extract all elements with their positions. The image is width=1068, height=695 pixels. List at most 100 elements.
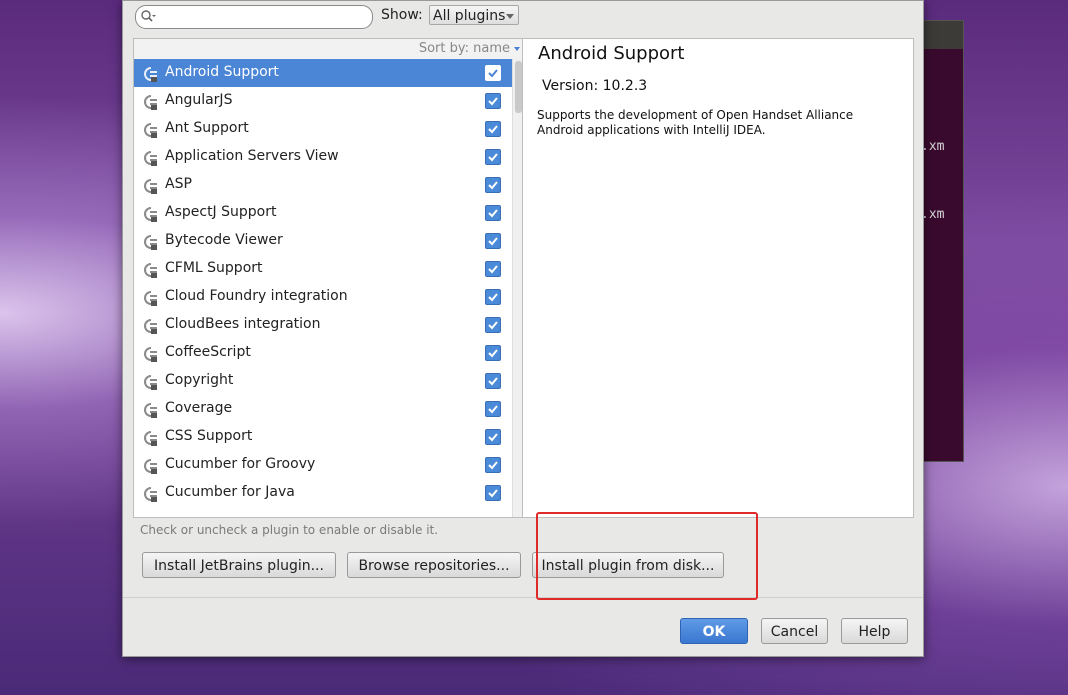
plugin-row[interactable]: ASP [134, 171, 512, 199]
plugin-row[interactable]: CFML Support [134, 255, 512, 283]
plugin-row[interactable]: CoffeeScript [134, 339, 512, 367]
checkmark-icon [488, 405, 498, 414]
plugin-icon [144, 179, 157, 194]
plugin-enabled-checkbox[interactable] [485, 373, 501, 389]
plugin-name: Application Servers View [165, 148, 339, 164]
checkmark-icon [488, 265, 498, 274]
help-button[interactable]: Help [841, 618, 908, 644]
checkmark-icon [488, 433, 498, 442]
scrollbar-thumb[interactable] [515, 61, 522, 113]
plugin-enabled-checkbox[interactable] [485, 177, 501, 193]
plugin-name: CFML Support [165, 260, 263, 276]
plugin-enabled-checkbox[interactable] [485, 457, 501, 473]
search-input[interactable] [135, 5, 373, 29]
terminal-text-line: .xm [921, 139, 945, 154]
ok-button[interactable]: OK [680, 618, 748, 644]
plugin-name: Coverage [165, 400, 233, 416]
plugin-enabled-checkbox[interactable] [485, 485, 501, 501]
plugin-icon [144, 263, 157, 278]
sort-label: Sort by: name [418, 41, 510, 56]
plugin-icon [144, 151, 157, 166]
plugin-icon [144, 207, 157, 222]
plugin-enabled-checkbox[interactable] [485, 233, 501, 249]
footer-separator [123, 597, 923, 598]
plugin-row[interactable]: Cloud Foundry integration [134, 283, 512, 311]
plugin-enabled-checkbox[interactable] [485, 261, 501, 277]
plugin-name: ASP [165, 176, 192, 192]
sort-arrow-icon [514, 47, 520, 51]
checkmark-icon [488, 461, 498, 470]
plugin-name: Cloud Foundry integration [165, 288, 348, 304]
plugin-icon [144, 459, 157, 474]
plugin-icon [144, 487, 157, 502]
plugin-name: Cucumber for Java [165, 484, 295, 500]
checkmark-icon [488, 321, 498, 330]
checkmark-icon [488, 125, 498, 134]
plugin-description: Supports the development of Open Handset… [537, 108, 854, 137]
checkmark-icon [488, 377, 498, 386]
plugin-row[interactable]: Application Servers View [134, 143, 512, 171]
plugin-enabled-checkbox[interactable] [485, 121, 501, 137]
plugin-icon [144, 347, 157, 362]
show-label: Show: [381, 7, 423, 23]
plugin-enabled-checkbox[interactable] [485, 401, 501, 417]
plugin-list: Android Support AngularJS Ant Support Appli… [134, 59, 512, 507]
plugin-detail-title: Android Support [538, 43, 685, 64]
plugin-enabled-checkbox[interactable] [485, 317, 501, 333]
browse-repositories-button[interactable]: Browse repositories... [347, 552, 521, 578]
plugin-row[interactable]: Coverage [134, 395, 512, 423]
plugin-icon [144, 375, 157, 390]
plugin-name: Ant Support [165, 120, 249, 136]
plugins-dialog: Show: All plugins Sort by: name Android … [122, 0, 924, 657]
plugin-enabled-checkbox[interactable] [485, 205, 501, 221]
checkmark-icon [488, 489, 498, 498]
chevron-down-icon [506, 14, 514, 19]
checkmark-icon [488, 349, 498, 358]
plugin-row[interactable]: AngularJS [134, 87, 512, 115]
plugin-row[interactable]: Android Support [134, 59, 512, 87]
sort-header[interactable]: Sort by: name [134, 39, 524, 59]
checkmark-icon [488, 237, 498, 246]
plugin-icon [144, 431, 157, 446]
show-filter-dropdown[interactable]: All plugins [429, 5, 519, 25]
checkmark-icon [488, 69, 498, 78]
terminal-text-line: .xm [921, 207, 945, 222]
plugin-icon [144, 95, 157, 110]
plugin-name: Copyright [165, 372, 234, 388]
plugin-icon [144, 319, 157, 334]
plugin-name: CSS Support [165, 428, 253, 444]
plugin-row[interactable]: Bytecode Viewer [134, 227, 512, 255]
plugin-enabled-checkbox[interactable] [485, 345, 501, 361]
annotation-highlight-box [536, 512, 758, 600]
plugin-enabled-checkbox[interactable] [485, 65, 501, 81]
hint-text: Check or uncheck a plugin to enable or d… [140, 523, 439, 537]
plugin-name: CoffeeScript [165, 344, 251, 360]
plugin-name: Bytecode Viewer [165, 232, 283, 248]
plugin-detail-panel: Android Support Version: 10.2.3 Supports… [522, 38, 914, 518]
plugin-icon [144, 235, 157, 250]
plugin-row[interactable]: Cucumber for Groovy [134, 451, 512, 479]
plugin-name: Android Support [165, 64, 279, 80]
plugin-enabled-checkbox[interactable] [485, 429, 501, 445]
plugin-enabled-checkbox[interactable] [485, 93, 501, 109]
plugin-row[interactable]: Ant Support [134, 115, 512, 143]
plugin-row[interactable]: Copyright [134, 367, 512, 395]
plugin-icon [144, 403, 157, 418]
plugin-icon [144, 123, 157, 138]
show-filter-value: All plugins [433, 8, 506, 24]
checkmark-icon [488, 181, 498, 190]
plugin-name: AngularJS [165, 92, 233, 108]
plugin-list-panel: Sort by: name Android Support AngularJS An… [133, 38, 525, 518]
plugin-row[interactable]: Cucumber for Java [134, 479, 512, 507]
plugin-name: CloudBees integration [165, 316, 321, 332]
install-jetbrains-plugin-button[interactable]: Install JetBrains plugin... [142, 552, 336, 578]
plugin-enabled-checkbox[interactable] [485, 149, 501, 165]
plugin-row[interactable]: CSS Support [134, 423, 512, 451]
plugin-row[interactable]: CloudBees integration [134, 311, 512, 339]
plugin-enabled-checkbox[interactable] [485, 289, 501, 305]
search-icon [141, 10, 156, 22]
cancel-button[interactable]: Cancel [761, 618, 828, 644]
plugin-icon [144, 291, 157, 306]
plugin-row[interactable]: AspectJ Support [134, 199, 512, 227]
checkmark-icon [488, 209, 498, 218]
